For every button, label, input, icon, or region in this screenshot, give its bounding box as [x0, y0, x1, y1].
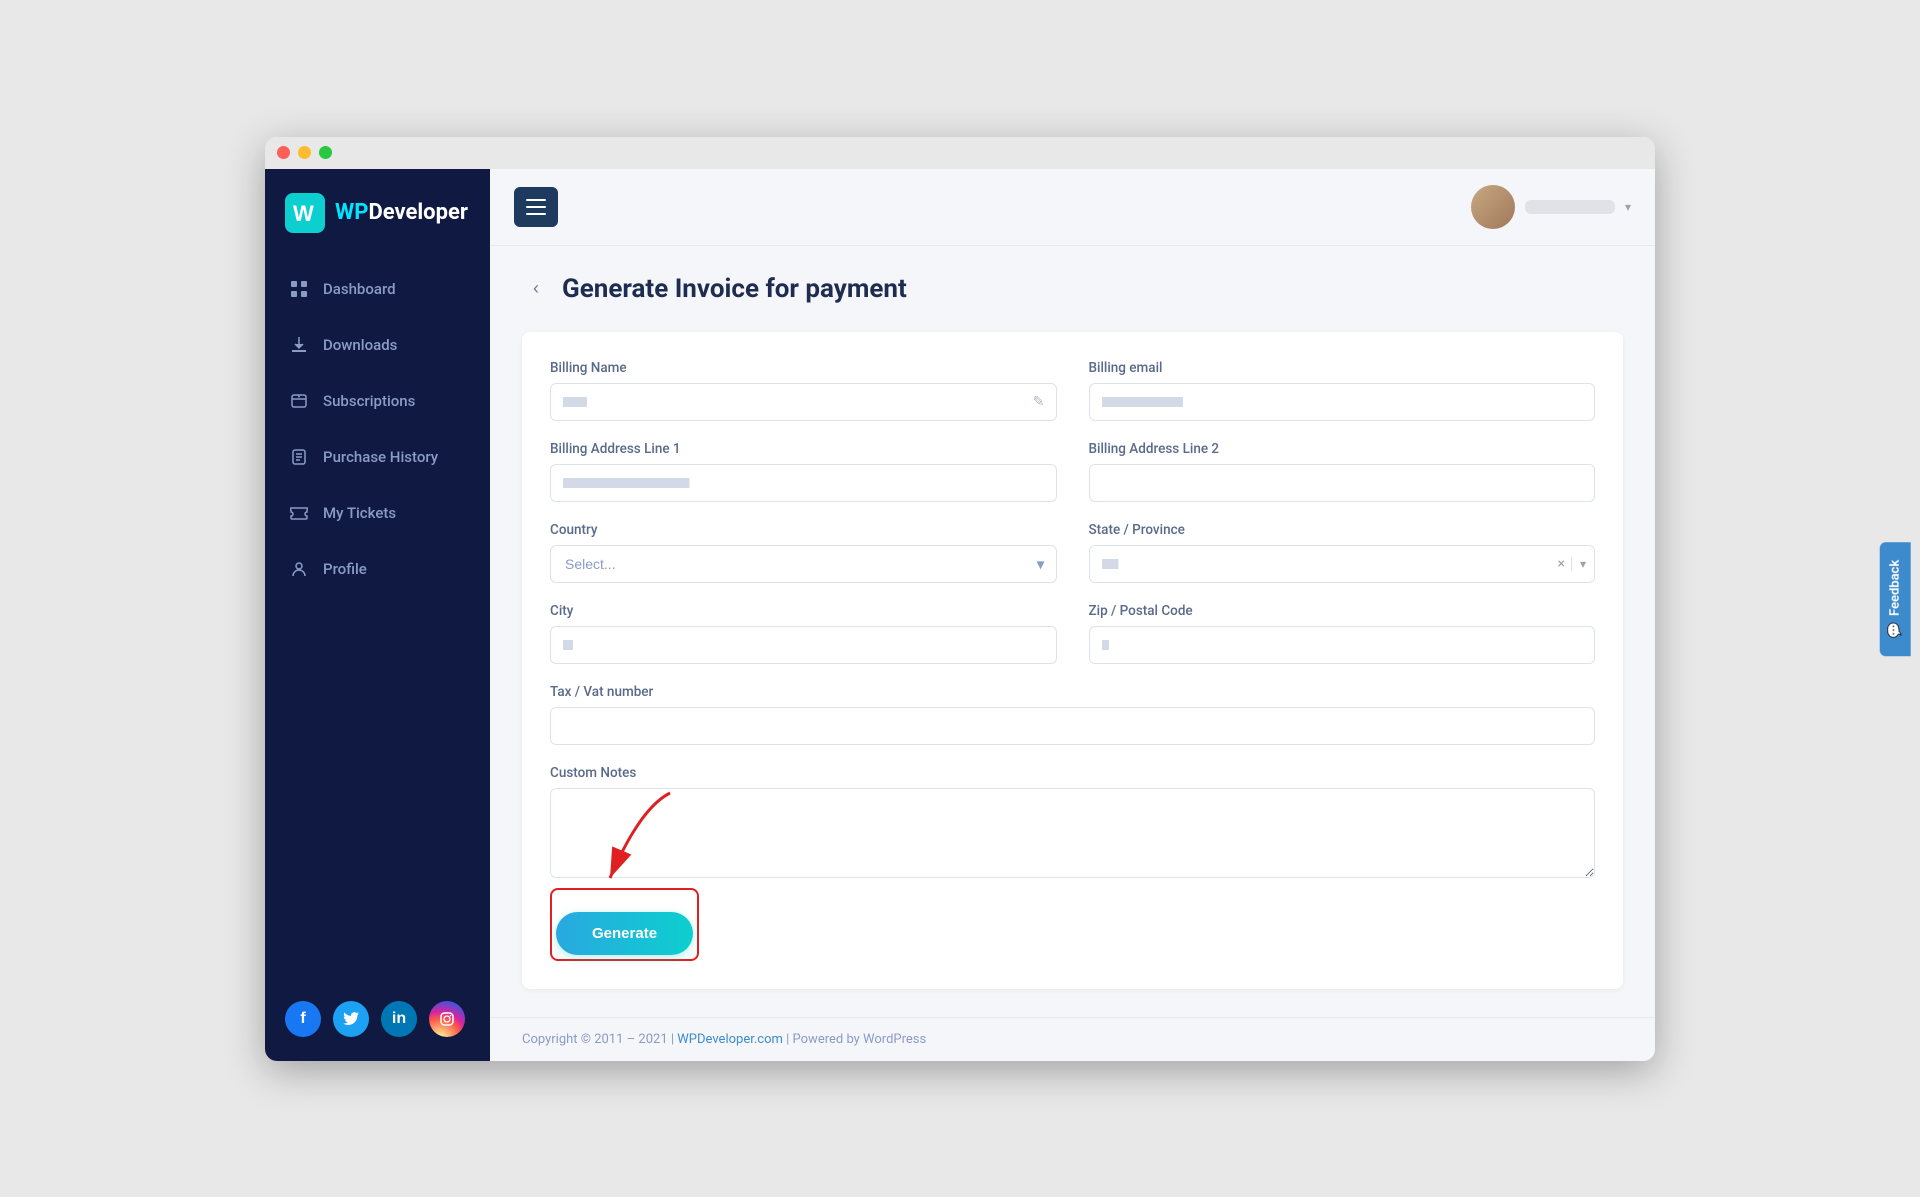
logo-text: WPDeveloper: [335, 200, 468, 225]
user-area[interactable]: ▾: [1471, 185, 1631, 229]
billing-name-group: Billing Name ✎: [550, 360, 1057, 421]
invoice-form: Billing Name ✎ Billing email: [522, 332, 1623, 989]
tax-vat-group: Tax / Vat number: [550, 684, 1595, 745]
back-button[interactable]: ‹: [522, 275, 550, 303]
sidebar-item-my-tickets[interactable]: My Tickets: [265, 485, 490, 541]
custom-notes-textarea[interactable]: [550, 788, 1595, 878]
window-maximize-button[interactable]: [319, 146, 332, 159]
billing-address1-label: Billing Address Line 1: [550, 441, 1057, 457]
hamburger-line-2: [526, 206, 546, 208]
tickets-icon: [289, 503, 309, 523]
sidebar-item-subscriptions[interactable]: Subscriptions: [265, 373, 490, 429]
billing-name-label: Billing Name: [550, 360, 1057, 376]
billing-name-input[interactable]: [550, 383, 1057, 421]
sidebar-item-label: Profile: [323, 560, 367, 578]
custom-notes-label: Custom Notes: [550, 765, 1595, 781]
main-content: ▾ ‹ Generate Invoice for payment Billing…: [490, 169, 1655, 1061]
titlebar: [265, 137, 1655, 169]
zip-input[interactable]: [1089, 626, 1596, 664]
sidebar: W WPDeveloper Dashboar: [265, 169, 490, 1061]
sidebar-nav: Dashboard Downloads: [265, 261, 490, 981]
page-header: ‹ Generate Invoice for payment: [522, 274, 1623, 304]
user-avatar: [1471, 185, 1515, 229]
city-input[interactable]: [550, 626, 1057, 664]
feedback-tab[interactable]: 💬 Feedback: [1879, 541, 1910, 655]
sidebar-item-profile[interactable]: Profile: [265, 541, 490, 597]
state-input-wrapper: × ▾: [1089, 545, 1596, 583]
page-content: ‹ Generate Invoice for payment Billing N…: [490, 246, 1655, 1017]
twitter-button[interactable]: [333, 1001, 369, 1037]
user-name-placeholder: [1525, 200, 1615, 214]
state-clear-icon[interactable]: ×: [1551, 556, 1570, 572]
sidebar-item-label: Subscriptions: [323, 392, 415, 410]
billing-address2-input[interactable]: [1089, 464, 1596, 502]
billing-address1-input[interactable]: [550, 464, 1057, 502]
edit-icon: ✎: [1033, 394, 1045, 410]
hamburger-line-3: [526, 213, 546, 215]
billing-email-input[interactable]: [1089, 383, 1596, 421]
zip-label: Zip / Postal Code: [1089, 603, 1596, 619]
profile-icon: [289, 559, 309, 579]
billing-address1-group: Billing Address Line 1: [550, 441, 1057, 502]
facebook-button[interactable]: f: [285, 1001, 321, 1037]
sidebar-item-label: Purchase History: [323, 448, 438, 466]
billing-email-group: Billing email: [1089, 360, 1596, 421]
hamburger-line-1: [526, 199, 546, 201]
hamburger-button[interactable]: [514, 187, 558, 227]
window-close-button[interactable]: [277, 146, 290, 159]
window-minimize-button[interactable]: [298, 146, 311, 159]
footer-powered: | Powered by WordPress: [783, 1032, 926, 1047]
tax-vat-label: Tax / Vat number: [550, 684, 1595, 700]
sidebar-item-downloads[interactable]: Downloads: [265, 317, 490, 373]
subscriptions-icon: [289, 391, 309, 411]
country-select[interactable]: Select...: [550, 545, 1057, 583]
state-dropdown-icon[interactable]: ▾: [1571, 557, 1594, 571]
feedback-chat-icon: 💬: [1887, 622, 1902, 638]
sidebar-social: f in: [265, 981, 490, 1061]
country-label: Country: [550, 522, 1057, 538]
page-title: Generate Invoice for payment: [562, 274, 907, 304]
zip-group: Zip / Postal Code: [1089, 603, 1596, 664]
state-group: State / Province × ▾: [1089, 522, 1596, 583]
sidebar-item-purchase-history[interactable]: Purchase History: [265, 429, 490, 485]
user-dropdown-arrow: ▾: [1625, 200, 1631, 214]
billing-address2-label: Billing Address Line 2: [1089, 441, 1596, 457]
country-select-wrapper: Select... ▾: [550, 545, 1057, 583]
download-icon: [289, 335, 309, 355]
country-group: Country Select... ▾: [550, 522, 1057, 583]
footer-copyright: Copyright © 2011 – 2021 |: [522, 1032, 677, 1047]
footer-link[interactable]: WPDeveloper.com: [677, 1032, 783, 1047]
generate-button[interactable]: Generate: [556, 912, 693, 955]
logo-area: W WPDeveloper: [265, 169, 490, 261]
sidebar-item-label: My Tickets: [323, 504, 396, 522]
city-group: City: [550, 603, 1057, 664]
billing-address2-group: Billing Address Line 2: [1089, 441, 1596, 502]
svg-text:W: W: [293, 201, 314, 226]
tax-vat-input[interactable]: [550, 707, 1595, 745]
page-footer: Copyright © 2011 – 2021 | WPDeveloper.co…: [490, 1017, 1655, 1061]
linkedin-button[interactable]: in: [381, 1001, 417, 1037]
custom-notes-group: Custom Notes: [550, 765, 1595, 878]
sidebar-item-dashboard[interactable]: Dashboard: [265, 261, 490, 317]
billing-email-label: Billing email: [1089, 360, 1596, 376]
sidebar-item-label: Dashboard: [323, 280, 396, 298]
topbar: ▾: [490, 169, 1655, 246]
dashboard-icon: [289, 279, 309, 299]
generate-button-highlight: Generate: [550, 888, 699, 961]
purchase-history-icon: [289, 447, 309, 467]
sidebar-item-label: Downloads: [323, 336, 397, 354]
instagram-button[interactable]: [429, 1001, 465, 1037]
city-label: City: [550, 603, 1057, 619]
billing-name-input-wrapper: ✎: [550, 383, 1057, 421]
state-input[interactable]: [1090, 546, 1552, 582]
feedback-label: Feedback: [1887, 559, 1902, 615]
wp-developer-logo-icon: W: [285, 193, 325, 233]
state-label: State / Province: [1089, 522, 1596, 538]
